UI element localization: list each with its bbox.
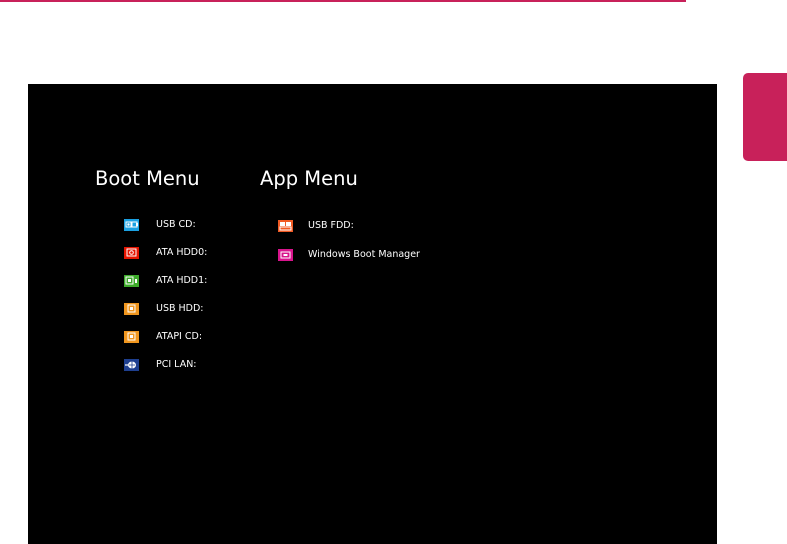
cd-icon bbox=[124, 331, 139, 343]
boot-item-usb-cd[interactable]: USB CD: bbox=[124, 211, 207, 239]
boot-menu-section: Boot Menu USB CD: ATA HDD0: ATA HDD1: US… bbox=[95, 167, 207, 371]
boot-item-usb-hdd[interactable]: USB HDD: bbox=[124, 295, 207, 323]
app-menu-list: USB FDD: Windows Boot Manager bbox=[278, 211, 420, 269]
app-menu-section: App Menu USB FDD: Windows Boot Manager bbox=[260, 167, 420, 261]
app-item-usb-fdd[interactable]: USB FDD: bbox=[278, 211, 420, 240]
boot-item-label: ATA HDD0: bbox=[156, 247, 208, 258]
boot-item-atapi-cd[interactable]: ATAPI CD: bbox=[124, 323, 207, 351]
chapter-tab bbox=[743, 73, 787, 161]
hdd-icon bbox=[124, 247, 139, 259]
windows-boot-icon bbox=[278, 248, 293, 261]
boot-item-label: ATA HDD1: bbox=[156, 275, 208, 286]
boot-item-label: ATAPI CD: bbox=[156, 331, 203, 342]
boot-menu-list: USB CD: ATA HDD0: ATA HDD1: USB HDD: ATA… bbox=[124, 211, 207, 379]
boot-item-label: USB CD: bbox=[156, 219, 196, 230]
boot-item-pci-lan[interactable]: PCI LAN: bbox=[124, 351, 207, 379]
app-item-label: Windows Boot Manager bbox=[308, 248, 420, 260]
boot-item-ata-hdd0[interactable]: ATA HDD0: bbox=[124, 239, 207, 267]
manual-page: Boot Menu USB CD: ATA HDD0: ATA HDD1: US… bbox=[0, 0, 787, 544]
network-icon bbox=[124, 359, 139, 371]
header-rule bbox=[0, 0, 686, 2]
app-menu-title: App Menu bbox=[260, 167, 358, 190]
app-item-windows-boot-manager[interactable]: Windows Boot Manager bbox=[278, 240, 420, 269]
floppy-icon bbox=[278, 219, 293, 232]
boot-item-label: USB HDD: bbox=[156, 303, 204, 314]
usb-hdd-icon bbox=[124, 303, 139, 315]
app-item-label: USB FDD: bbox=[308, 219, 354, 231]
usb-cd-icon bbox=[124, 219, 139, 231]
hdd-icon bbox=[124, 275, 139, 287]
boot-menu-screen: Boot Menu USB CD: ATA HDD0: ATA HDD1: US… bbox=[28, 84, 717, 544]
boot-item-label: PCI LAN: bbox=[156, 359, 197, 370]
boot-item-ata-hdd1[interactable]: ATA HDD1: bbox=[124, 267, 207, 295]
boot-menu-title: Boot Menu bbox=[95, 167, 200, 190]
